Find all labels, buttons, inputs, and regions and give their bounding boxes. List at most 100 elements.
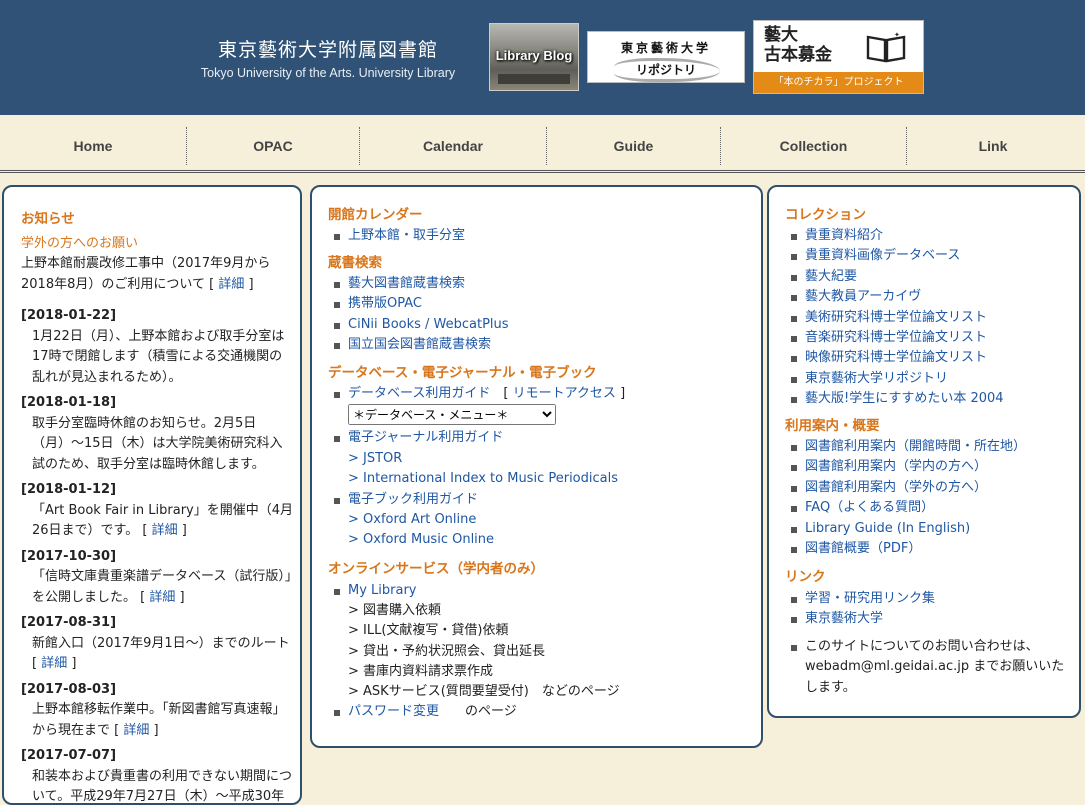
list-item: 電子ブック利用ガイド: [330, 490, 625, 510]
overview-pdf-link[interactable]: 図書館概要（PDF）: [805, 541, 921, 556]
guide-link[interactable]: 図書館利用案内（学内の方へ）: [805, 459, 987, 474]
bullet: [791, 295, 797, 301]
library-blog-banner[interactable]: Library Blog: [489, 23, 579, 91]
database-guide-link[interactable]: データベース利用ガイド: [348, 386, 490, 401]
ejournal-guide-link[interactable]: 電子ジャーナル利用ガイド: [348, 430, 503, 445]
bullet: [791, 617, 797, 623]
list-item: 藝大図書館蔵書検索: [330, 274, 509, 294]
bullet: [334, 234, 340, 240]
renovation-detail-link[interactable]: 詳細: [218, 277, 244, 292]
notice-link[interactable]: 学外の方へのお願い: [21, 236, 138, 251]
nav-home[interactable]: Home: [0, 115, 186, 167]
collection-link[interactable]: 貴重資料画像データベース: [805, 248, 960, 263]
open-book-icon: ✦: [866, 31, 906, 63]
faq-link[interactable]: FAQ（よくある質問）: [805, 500, 934, 515]
stack-request-item: > 書庫内資料請求票作成: [330, 662, 620, 682]
list-item: FAQ（よくある質問）: [787, 498, 1026, 518]
list-item: Library Guide (In English): [787, 519, 1026, 539]
english-guide-link[interactable]: Library Guide (In English): [805, 521, 970, 536]
list-item: 電子ジャーナル利用ガイド: [330, 428, 625, 448]
news-list: お知らせ 学外の方へのお願い 上野本館耐震改修工事中（2017年9月から2018…: [21, 209, 293, 805]
list-item: パスワード変更 のページ: [330, 702, 620, 722]
ill-request-item: > ILL(文献複写・貸借)依頼: [330, 621, 620, 641]
news-detail-link[interactable]: 詳細: [149, 590, 175, 605]
database-menu-select[interactable]: ＊データベース・メニュー＊: [348, 404, 556, 425]
jstor-link[interactable]: > JSTOR: [330, 449, 625, 469]
library-blog-label: Library Blog: [490, 48, 578, 63]
loan-status-item: > 貸出・予約状況照会、貸出延長: [330, 642, 620, 662]
list-item: 図書館利用案内（開館時間・所在地）: [787, 437, 1026, 457]
collection-link[interactable]: 貴重資料紹介: [805, 228, 883, 243]
contact-item: このサイトについてのお問い合わせは、webadm@ml.geidai.ac.jp…: [787, 637, 1067, 698]
list-item: 図書館利用案内（学外の方へ）: [787, 478, 1026, 498]
list-item: 音楽研究科博士学位論文リスト: [787, 328, 1004, 348]
research-links-link[interactable]: 学習・研究用リンク集: [805, 591, 935, 606]
bullet: [791, 254, 797, 260]
collection-heading: コレクション: [785, 203, 866, 223]
remote-access-link[interactable]: リモートアクセス: [513, 386, 616, 401]
collection-link[interactable]: 藝大紀要: [805, 269, 857, 284]
nav-guide[interactable]: Guide: [547, 115, 720, 167]
list-item: 上野本館・取手分室: [330, 226, 465, 246]
list-item: 貴重資料画像データベース: [787, 246, 1004, 266]
oxford-music-link[interactable]: > Oxford Music Online: [330, 530, 625, 550]
nav-calendar[interactable]: Calendar: [360, 115, 546, 167]
repository-banner[interactable]: 東京藝術大学 リポジトリ: [587, 31, 745, 83]
iimp-link[interactable]: > International Index to Music Periodica…: [330, 469, 625, 489]
book-fund-title: 藝大 古本募金: [764, 25, 832, 65]
news-detail-link[interactable]: 詳細: [41, 656, 67, 671]
svg-text:✦: ✦: [894, 31, 900, 39]
nav-link[interactable]: Link: [907, 115, 1079, 167]
collection-link[interactable]: 藝大教員アーカイヴ: [805, 289, 921, 304]
contact-text: このサイトについてのお問い合わせは、webadm@ml.geidai.ac.jp…: [805, 639, 1064, 695]
search-list: 藝大図書館蔵書検索 携帯版OPAC CiNii Books / WebcatPl…: [330, 274, 509, 356]
password-change-link[interactable]: パスワード変更: [348, 704, 439, 719]
list-item: 学習・研究用リンク集: [787, 589, 935, 609]
guide-link[interactable]: 図書館利用案内（学外の方へ）: [805, 480, 987, 495]
oxford-art-link[interactable]: > Oxford Art Online: [330, 510, 625, 530]
collection-link[interactable]: 藝大版!学生にすすめたい本 2004: [805, 391, 1004, 406]
database-heading: データベース・電子ジャーナル・電子ブック: [328, 361, 597, 381]
calendar-link[interactable]: 上野本館・取手分室: [348, 228, 465, 243]
list-item: 藝大教員アーカイヴ: [787, 287, 1004, 307]
bullet: [334, 710, 340, 716]
bullet: [334, 343, 340, 349]
opac-search-link[interactable]: 藝大図書館蔵書検索: [348, 276, 465, 291]
list-item: 美術研究科博士学位論文リスト: [787, 308, 1004, 328]
collection-link[interactable]: 映像研究科博士学位論文リスト: [805, 350, 987, 365]
bullet: [791, 234, 797, 240]
my-library-link[interactable]: My Library: [348, 583, 417, 598]
collection-link[interactable]: 音楽研究科博士学位論文リスト: [805, 330, 987, 345]
bullet: [791, 527, 797, 533]
bullet: [791, 486, 797, 492]
site-title[interactable]: 東京藝術大学附属図書館 Tokyo University of the Arts…: [183, 35, 473, 80]
list-item: 図書館利用案内（学内の方へ）: [787, 457, 1026, 477]
book-fund-banner[interactable]: 藝大 古本募金 ✦ 「本のチカラ」プロジェクト: [753, 20, 924, 94]
nav-opac[interactable]: OPAC: [187, 115, 359, 167]
news-detail-link[interactable]: 詳細: [152, 523, 178, 538]
cinii-link[interactable]: CiNii Books / WebcatPlus: [348, 317, 509, 332]
ndl-search-link[interactable]: 国立国会図書館蔵書検索: [348, 337, 491, 352]
news-detail-link[interactable]: 詳細: [123, 723, 149, 738]
bullet: [791, 356, 797, 362]
database-list: データベース利用ガイド [ リモートアクセス ] ＊データベース・メニュー＊ 電…: [330, 384, 625, 551]
collection-link[interactable]: 東京藝術大学リポジトリ: [805, 371, 948, 386]
collection-list: 貴重資料紹介 貴重資料画像データベース 藝大紀要 藝大教員アーカイヴ 美術研究科…: [787, 226, 1004, 410]
repository-banner-line1: 東京藝術大学: [588, 39, 744, 56]
mobile-opac-link[interactable]: 携帯版OPAC: [348, 296, 422, 311]
calendar-heading: 開館カレンダー: [328, 203, 423, 223]
news-date: [2018-01-12]: [21, 480, 293, 501]
list-item: 東京藝術大学リポジトリ: [787, 369, 1004, 389]
university-link[interactable]: 東京藝術大学: [805, 611, 883, 626]
collection-link[interactable]: 美術研究科博士学位論文リスト: [805, 310, 987, 325]
main-nav: Home OPAC Calendar Guide Collection Link: [0, 115, 1085, 173]
password-suffix: のページ: [465, 704, 517, 719]
bullet: [334, 589, 340, 595]
guide-link[interactable]: 図書館利用案内（開館時間・所在地）: [805, 439, 1026, 454]
nav-collection[interactable]: Collection: [721, 115, 906, 167]
ebook-guide-link[interactable]: 電子ブック利用ガイド: [348, 492, 478, 507]
contact-block: このサイトについてのお問い合わせは、webadm@ml.geidai.ac.jp…: [787, 637, 1067, 698]
search-heading: 蔵書検索: [328, 251, 382, 271]
book-fund-footer: 「本のチカラ」プロジェクト: [754, 72, 923, 93]
bullet: [791, 645, 797, 651]
